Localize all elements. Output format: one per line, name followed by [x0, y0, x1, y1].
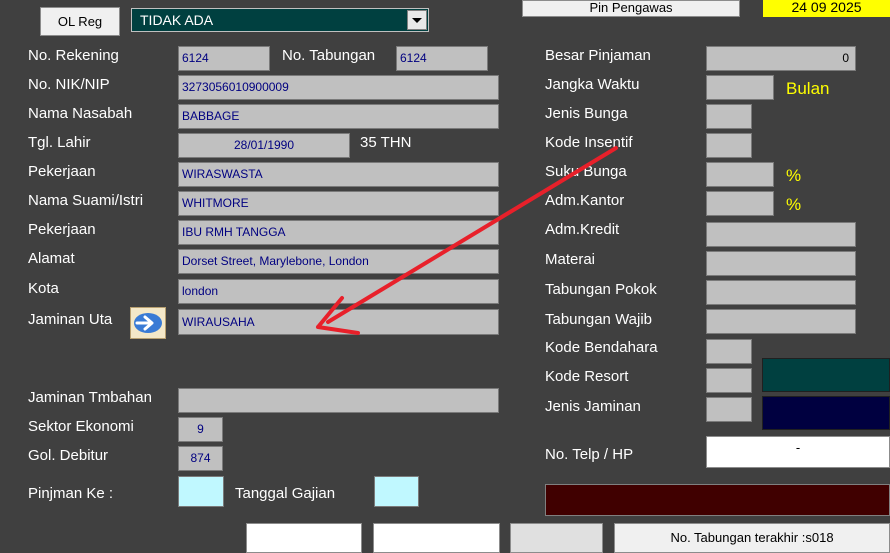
- tgl-lahir-label: Tgl. Lahir: [28, 134, 91, 151]
- suku-bunga-field[interactable]: [706, 162, 774, 187]
- kode-bendahara-field[interactable]: [706, 339, 752, 364]
- status-select[interactable]: TIDAK ADA: [131, 8, 429, 32]
- kode-resort-field[interactable]: [706, 368, 752, 393]
- tabungan-wajib-label: Tabungan Wajib: [545, 311, 653, 328]
- bulan-unit: Bulan: [786, 79, 830, 98]
- sektor-ekonomi-label: Sektor Ekonomi: [28, 418, 134, 435]
- kode-bendahara-label: Kode Bendahara: [545, 339, 658, 356]
- no-rekening-label: No. Rekening: [28, 47, 119, 64]
- kode-insentif-label: Kode Insentif: [545, 134, 633, 151]
- gol-debitur-field[interactable]: 874: [178, 446, 223, 471]
- besar-pinjaman-field[interactable]: 0: [706, 46, 856, 71]
- suami-istri-field[interactable]: WHITMORE: [178, 191, 499, 216]
- nik-label: No. NIK/NIP: [28, 76, 110, 93]
- kota-label: Kota: [28, 280, 59, 297]
- materai-field[interactable]: [706, 251, 856, 276]
- date-display: 24 09 2025: [763, 0, 890, 17]
- jenis-jaminan-field[interactable]: [706, 397, 752, 422]
- bottom-field-2[interactable]: [373, 523, 500, 553]
- nama-nasabah-field[interactable]: BABBAGE: [178, 104, 499, 129]
- kota-field[interactable]: london: [178, 279, 499, 304]
- no-tabungan-label: No. Tabungan: [282, 47, 376, 64]
- nama-nasabah-label: Nama Nasabah: [28, 105, 133, 122]
- alamat-field[interactable]: Dorset Street, Marylebone, London: [178, 249, 499, 274]
- jaminan-utama-label: Jaminan Uta: [28, 311, 113, 328]
- umur-text: 35 THN: [360, 134, 412, 151]
- adm-kredit-label: Adm.Kredit: [545, 221, 620, 238]
- pin-pengawas-button[interactable]: Pin Pengawas: [522, 0, 740, 17]
- tabungan-pokok-label: Tabungan Pokok: [545, 281, 657, 298]
- bottom-field-3[interactable]: [510, 523, 603, 553]
- adm-kantor-label: Adm.Kantor: [545, 192, 625, 209]
- sektor-ekonomi-field[interactable]: 9: [178, 417, 223, 442]
- gol-debitur-label: Gol. Debitur: [28, 447, 109, 464]
- tgl-lahir-field[interactable]: 28/01/1990: [178, 133, 350, 158]
- jenis-jaminan-label: Jenis Jaminan: [545, 398, 641, 415]
- adm-kantor-percent: %: [786, 195, 802, 214]
- status-bar: [545, 484, 890, 516]
- last-tabungan-button[interactable]: No. Tabungan terakhir :s018: [614, 523, 890, 553]
- suami-istri-label: Nama Suami/Istri: [28, 192, 144, 209]
- jangka-waktu-label: Jangka Waktu: [545, 76, 640, 93]
- pekerjaan-field[interactable]: WIRASWASTA: [178, 162, 499, 187]
- suku-bunga-label: Suku Bunga: [545, 163, 627, 180]
- tanggal-gajian-label: Tanggal Gajian: [235, 485, 336, 502]
- jaminan-lookup-icon[interactable]: [130, 307, 166, 339]
- jenis-jaminan-display: [762, 396, 890, 430]
- jaminan-tambahan-field[interactable]: [178, 388, 499, 413]
- adm-kantor-field[interactable]: [706, 191, 774, 216]
- kode-resort-display: [762, 358, 890, 392]
- besar-pinjaman-label: Besar Pinjaman: [545, 47, 651, 64]
- pekerjaan-label: Pekerjaan: [28, 163, 96, 180]
- status-select-value: TIDAK ADA: [140, 12, 214, 28]
- jaminan-utama-field[interactable]: WIRAUSAHA: [178, 309, 499, 335]
- jaminan-tambahan-label: Jaminan Tmbahan: [28, 389, 152, 406]
- bottom-field-1[interactable]: [246, 523, 362, 553]
- nik-field[interactable]: 3273056010900009: [178, 75, 499, 100]
- tabungan-wajib-field[interactable]: [706, 309, 856, 334]
- pinjaman-ke-label: Pinjman Ke :: [28, 485, 114, 502]
- adm-kredit-field[interactable]: [706, 222, 856, 247]
- materai-label: Materai: [545, 251, 596, 268]
- jenis-bunga-field[interactable]: [706, 104, 752, 129]
- kode-resort-label: Kode Resort: [545, 368, 629, 385]
- no-tabungan-field[interactable]: 6124: [396, 46, 488, 71]
- tanggal-gajian-field[interactable]: [374, 476, 419, 507]
- jenis-bunga-label: Jenis Bunga: [545, 105, 628, 122]
- telp-label: No. Telp / HP: [545, 446, 634, 463]
- chevron-down-icon[interactable]: [407, 10, 427, 30]
- alamat-label: Alamat: [28, 250, 75, 267]
- kode-insentif-field[interactable]: [706, 133, 752, 158]
- pinjaman-ke-field[interactable]: [178, 476, 224, 507]
- no-rekening-field[interactable]: 6124: [178, 46, 270, 71]
- jangka-waktu-field[interactable]: [706, 75, 774, 100]
- telp-field[interactable]: -: [706, 436, 890, 468]
- pekerjaan-pasangan-field[interactable]: IBU RMH TANGGA: [178, 220, 499, 245]
- suku-bunga-percent: %: [786, 166, 802, 185]
- pekerjaan-pasangan-label: Pekerjaan: [28, 221, 96, 238]
- tabungan-pokok-field[interactable]: [706, 280, 856, 305]
- ol-reg-button[interactable]: OL Reg: [40, 7, 120, 36]
